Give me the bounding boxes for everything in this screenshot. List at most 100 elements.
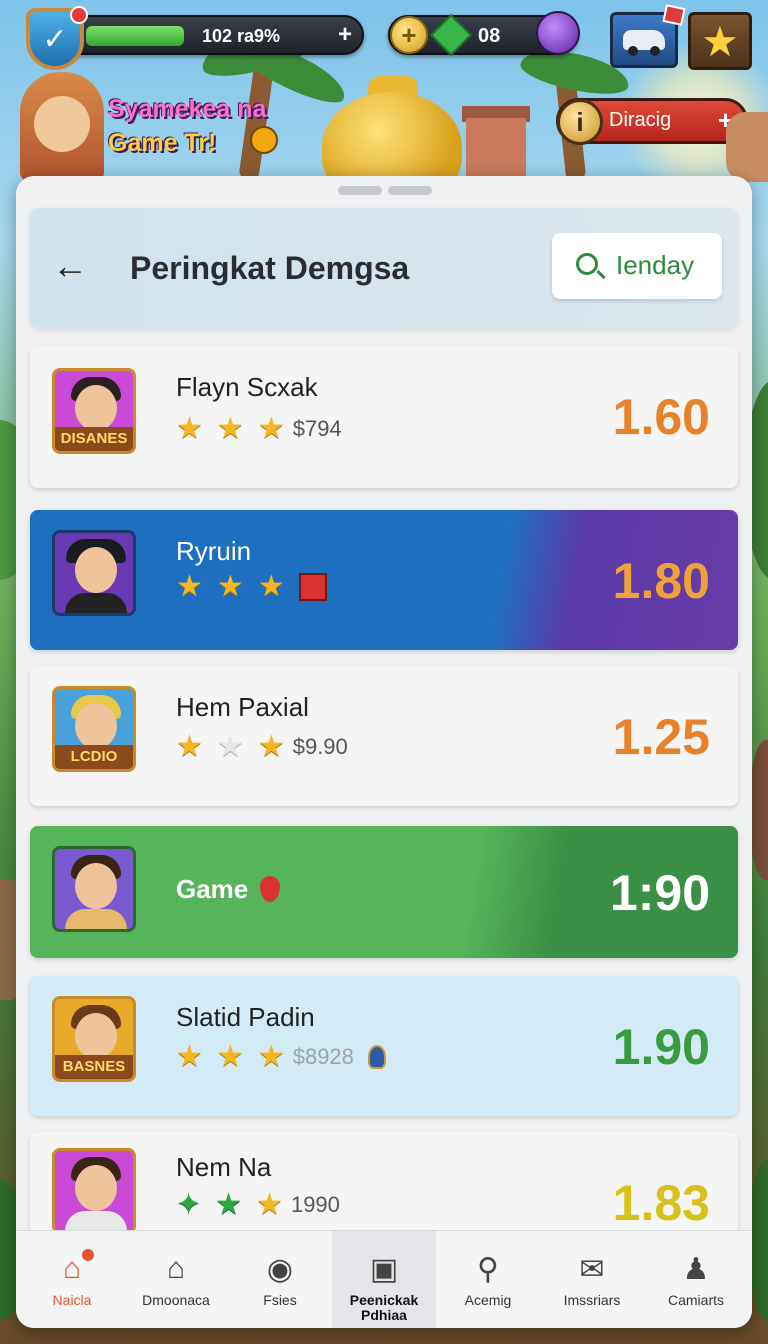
player-price: 1990 — [290, 1192, 340, 1217]
star-rating: ★ ★ ★ $794 — [176, 414, 342, 444]
leaderboard-row[interactable]: BASNES Slatid Padin ★ ★ ★ $8928 1.90 — [30, 976, 738, 1116]
search-label: Ienday — [616, 250, 695, 280]
star-icon: ★ — [176, 412, 203, 445]
rock — [750, 740, 768, 880]
nav-messages[interactable]: ✉ Imssriars — [540, 1231, 644, 1328]
star-rating: ★ ★ ★ $9.90 — [176, 732, 348, 762]
leaderboard-row[interactable]: Game 1:90 — [30, 826, 738, 958]
star-icon: ★ — [257, 1040, 285, 1073]
drag-handle[interactable] — [338, 186, 382, 195]
promo-title[interactable]: Syamekea na Game Tr! — [108, 92, 266, 160]
leaderboard-row[interactable]: DISANES Flayn Scxak ★ ★ ★ $794 1.60 — [30, 346, 738, 488]
star-icon: ★ — [176, 570, 203, 603]
garage-badge — [662, 4, 686, 26]
player-score: 1.60 — [612, 389, 710, 445]
player-score: 1.80 — [612, 553, 710, 609]
nav-dmoonaca[interactable]: ⌂ Dmoonaca — [124, 1231, 228, 1328]
player-avatar: BASNES — [52, 996, 136, 1082]
xp-progress-fill — [86, 26, 184, 46]
nav-home[interactable]: ⌂ Naicla — [20, 1231, 124, 1328]
nav-profile[interactable]: ♟ Camiarts — [644, 1231, 748, 1328]
player-avatar — [52, 846, 136, 932]
star-icon: ★ — [256, 1188, 283, 1221]
search-icon — [576, 253, 598, 275]
nav-label: Dmoonaca — [142, 1292, 210, 1308]
search-button[interactable]: Ienday — [552, 233, 722, 299]
player-name: Ryruin — [176, 536, 252, 566]
leaderboard-row[interactable]: Ryruin ★ ★ ★ 1.80 — [30, 510, 738, 650]
player-score: 1:90 — [609, 865, 710, 921]
player-avatar — [52, 530, 136, 616]
red-gem-icon — [298, 573, 327, 601]
avatar-badge: DISANES — [55, 427, 133, 451]
back-arrow-icon[interactable]: ← — [52, 246, 88, 286]
xp-bar[interactable]: 102 ra9% + — [44, 15, 364, 55]
nav-label: Imssriars — [563, 1292, 621, 1308]
nav-label: Fsies — [263, 1292, 297, 1308]
player-score: 1.90 — [612, 1019, 710, 1075]
mail-icon: ✉ — [579, 1252, 605, 1286]
bottom-navigation: ⌂ Naicla ⌂ Dmoonaca ◉ Fsies ▣ Peenickak … — [16, 1230, 752, 1328]
leaderboard-row[interactable]: LCDIO Hem Paxial ★ ★ ★ $9.90 1.25 — [30, 666, 738, 806]
star-rating: ✦ ★ ★ 1990 — [176, 1190, 340, 1220]
search-icon: ⚲ — [477, 1252, 499, 1286]
nav-label: Naicla — [52, 1292, 92, 1308]
star-rating: ★ ★ ★ $8928 — [176, 1042, 386, 1072]
favorites-star-button[interactable]: ★ — [688, 12, 752, 70]
star-icon: ★ — [257, 730, 285, 763]
star-empty-icon: ★ — [216, 730, 244, 763]
leaderboard-header: ← Peringkat Demgsa Ienday — [30, 208, 738, 328]
avatar-badge: LCDIO — [55, 745, 133, 769]
side-character — [726, 112, 768, 182]
nav-leaderboard[interactable]: ▣ Peenickak Pdhiaa — [332, 1231, 436, 1328]
green-star-icon: ★ — [215, 1188, 243, 1221]
nav-label: Acemig — [464, 1292, 512, 1308]
nav-label: Peenickak Pdhiaa — [349, 1292, 419, 1323]
promo-line-2: Game Tr! — [108, 129, 217, 157]
promo-coin-icon — [250, 126, 278, 154]
drag-handle[interactable] — [388, 186, 432, 195]
promo-line-1: Syamekea na — [108, 95, 267, 123]
house-outline-icon: ⌂ — [166, 1252, 186, 1285]
player-price: $9.90 — [292, 734, 348, 759]
star-icon: ★ — [257, 412, 285, 445]
home-notification-dot — [82, 1249, 94, 1261]
promo-character — [20, 72, 104, 182]
green-gem-icon: ✦ — [176, 1188, 202, 1221]
player-name: Flayn Scxak — [176, 372, 318, 402]
player-score: 1.83 — [612, 1175, 710, 1231]
coin-plus-icon[interactable]: + — [390, 16, 428, 54]
nav-fsies[interactable]: ◉ Fsies — [228, 1231, 332, 1328]
info-icon: i — [557, 99, 603, 145]
avatar-badge: BASNES — [55, 1055, 133, 1079]
player-avatar: DISANES — [52, 368, 136, 454]
star-icon: ★ — [216, 412, 244, 445]
info-pill-button[interactable]: i Diracig + — [556, 98, 748, 145]
camera-icon: ◉ — [266, 1252, 294, 1286]
nav-label: Camiarts — [667, 1292, 724, 1308]
purple-orb-icon[interactable] — [536, 11, 580, 55]
info-pill-label: Diracig — [609, 109, 672, 131]
player-name: Nem Na — [176, 1152, 272, 1182]
player-name: Slatid Padin — [176, 1002, 315, 1032]
box-icon: ▣ — [369, 1252, 399, 1286]
player-score: 1.25 — [612, 709, 710, 765]
nav-search[interactable]: ⚲ Acemig — [436, 1231, 540, 1328]
page-title: Peringkat Demgsa — [130, 250, 410, 286]
player-price: $8928 — [292, 1044, 354, 1069]
strawberry-icon — [260, 876, 280, 902]
player-avatar — [52, 1148, 136, 1234]
star-icon: ★ — [176, 1040, 203, 1073]
leaderboard-panel: ← Peringkat Demgsa Ienday DISANES Flayn … — [16, 176, 752, 1328]
currency-bar[interactable]: + 08 — [388, 11, 580, 57]
star-icon: ★ — [216, 1040, 244, 1073]
car-icon — [623, 30, 665, 56]
gem-icon — [429, 13, 473, 57]
player-name: Hem Paxial — [176, 692, 309, 722]
notification-dot — [70, 6, 88, 24]
player-price: $794 — [292, 416, 342, 441]
add-xp-button[interactable]: + — [338, 21, 352, 49]
bulb-icon — [367, 1045, 386, 1069]
leaderboard-row[interactable]: Nem Na ✦ ★ ★ 1990 1.83 — [30, 1132, 738, 1242]
star-icon: ★ — [257, 570, 285, 603]
